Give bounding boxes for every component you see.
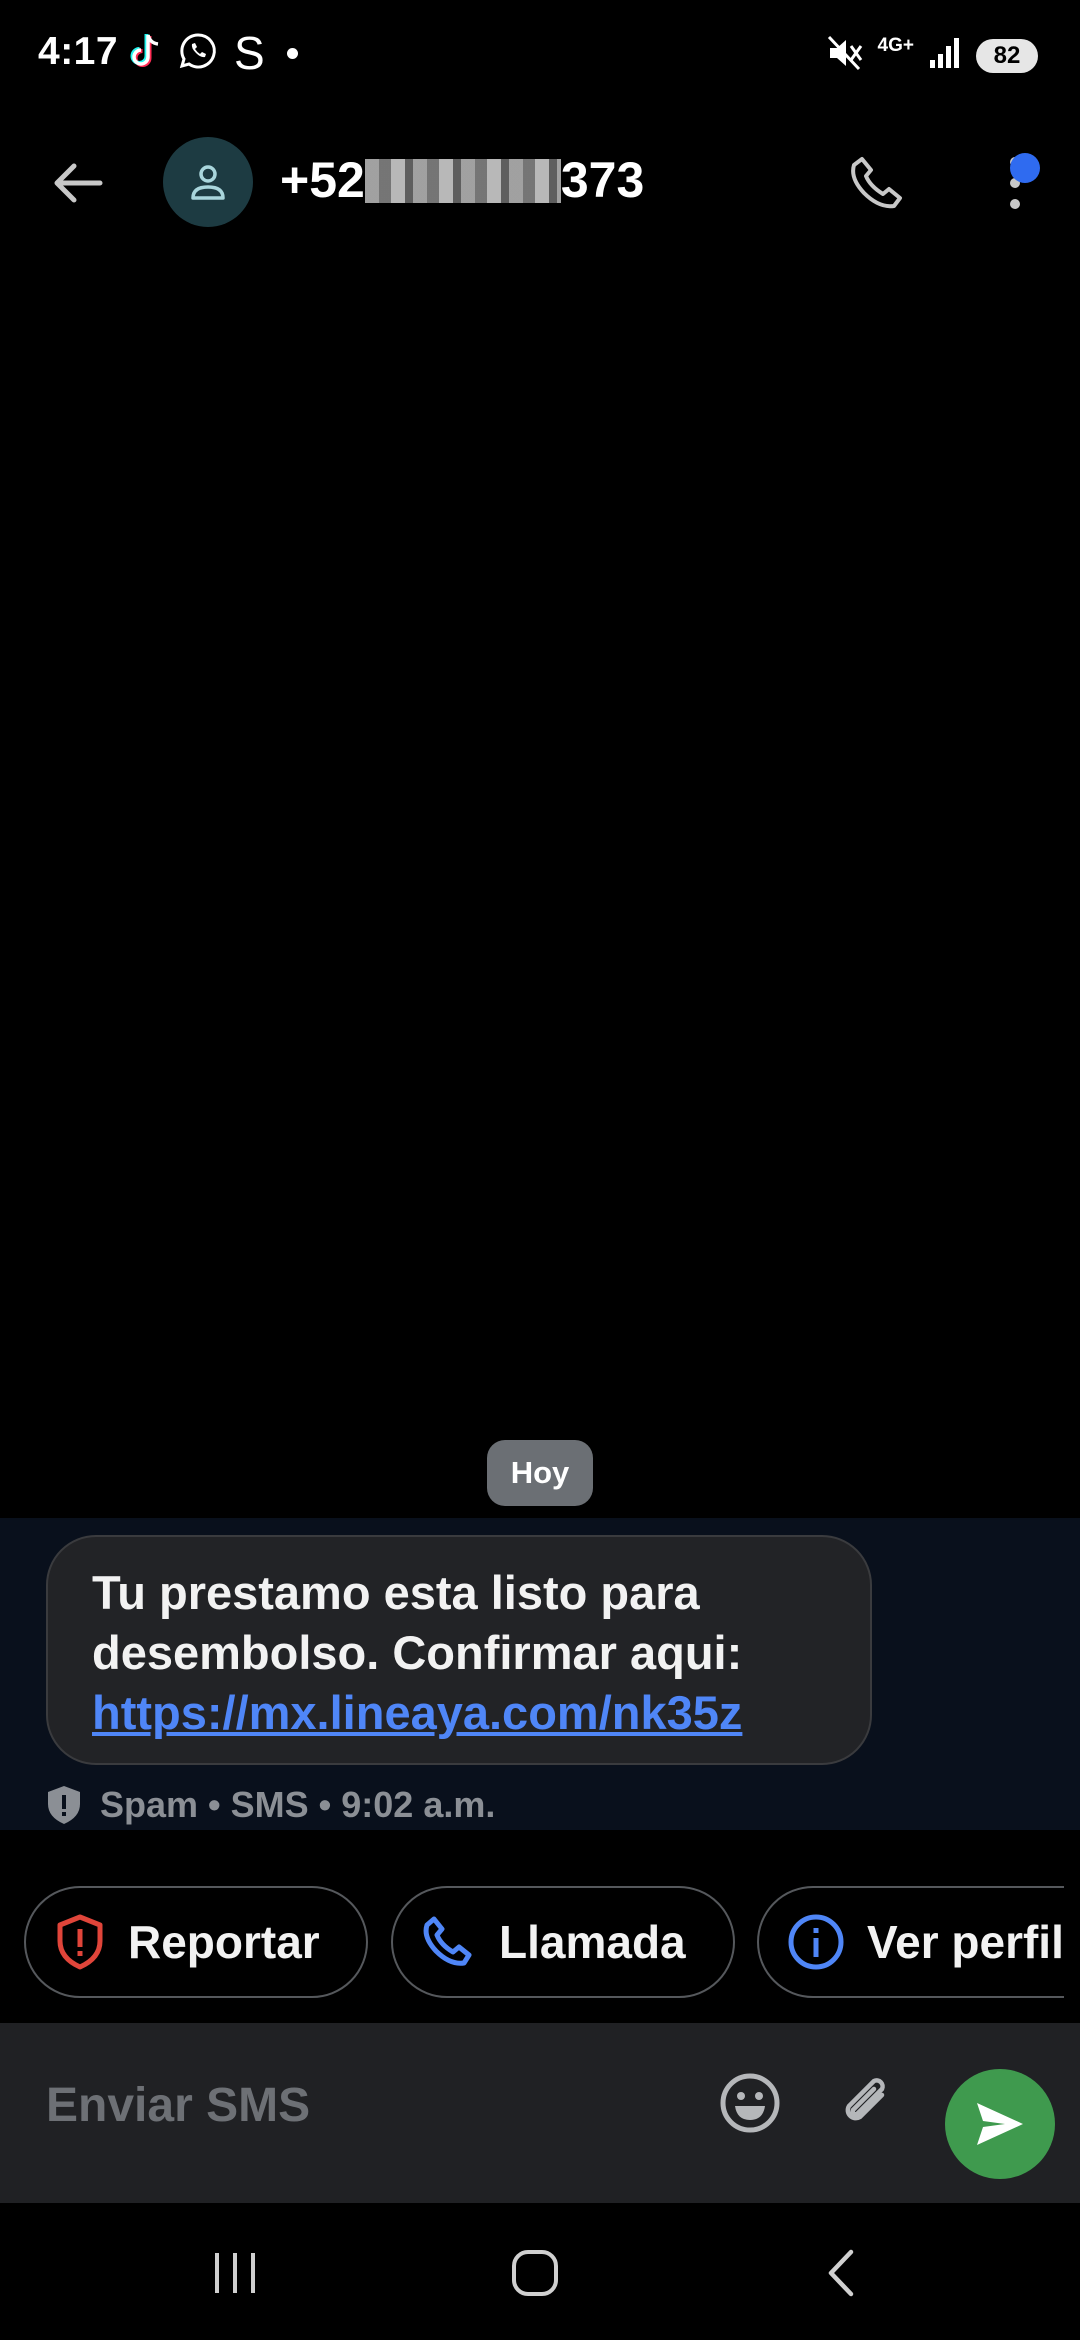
battery-indicator: 82 [976, 38, 1038, 73]
redacted-digits [364, 159, 561, 203]
attach-button[interactable] [830, 2067, 902, 2139]
status-icons-right: 4G+ 82 [826, 34, 1038, 77]
network-label: 4G+ [877, 34, 914, 56]
message-input[interactable]: Enviar SMS [46, 2078, 310, 2133]
more-notifications-dot-icon [286, 47, 298, 59]
network-type-label: 4G+ [878, 36, 914, 66]
signal-icon [928, 36, 962, 75]
more-options-button[interactable] [990, 145, 1040, 221]
home-button[interactable] [510, 2248, 560, 2298]
message-meta-text: Spam • SMS • 9:02 a.m. [100, 1784, 496, 1825]
spam-shield-icon [48, 1786, 80, 1824]
message-bubble[interactable]: Tu prestamo esta listo para desembolso. … [46, 1535, 872, 1765]
status-icons-left: S [128, 30, 298, 76]
tiktok-icon [128, 31, 164, 76]
phone-icon [423, 1916, 472, 1966]
composer-bar: Enviar SMS [0, 2023, 1080, 2203]
system-navigation-bar [0, 2203, 1080, 2340]
view-profile-chip[interactable]: Ver perfil [757, 1886, 1064, 1998]
contact-number-prefix: +52 [280, 152, 365, 208]
chevron-left-icon [828, 2249, 854, 2297]
date-divider: Hoy [487, 1440, 593, 1506]
recent-apps-button[interactable] [210, 2248, 260, 2298]
shield-alert-icon [57, 1914, 103, 1970]
home-icon [512, 2250, 558, 2296]
status-time: 4:17 [38, 30, 119, 73]
arrow-left-icon [54, 163, 103, 203]
report-chip-label: Reportar [128, 1916, 320, 1968]
notification-badge [1010, 153, 1040, 183]
contact-number[interactable]: +52 373 [280, 151, 644, 209]
suggestion-chips: Reportar Llamada Ver perfil [24, 1886, 1064, 2000]
message-meta: Spam • SMS • 9:02 a.m. [44, 1783, 495, 1827]
phone-icon [851, 157, 902, 209]
s-app-icon: S [234, 27, 265, 79]
emoji-button[interactable] [714, 2067, 786, 2139]
emoji-icon [720, 2073, 780, 2133]
call-button[interactable] [840, 145, 916, 221]
system-back-button[interactable] [815, 2248, 865, 2298]
paperclip-icon [845, 2078, 885, 2121]
back-button[interactable] [40, 145, 116, 221]
whatsapp-icon [178, 31, 218, 76]
status-bar: 4:17 S 4G+ 82 [0, 0, 1080, 115]
view-profile-chip-label: Ver perfil [867, 1916, 1064, 1968]
messages-screen: 4:17 S 4G+ 82 +52 373 Hoy Tu prestamo es… [0, 0, 1080, 2340]
send-button[interactable] [945, 2069, 1055, 2179]
call-chip[interactable]: Llamada [391, 1886, 735, 1998]
recent-apps-icon [215, 2253, 255, 2293]
conversation-header: +52 373 [0, 115, 1080, 250]
message-link[interactable]: https://mx.lineaya.com/nk35z [92, 1686, 742, 1739]
message-text: Tu prestamo esta listo para desembolso. … [92, 1566, 743, 1679]
report-chip[interactable]: Reportar [24, 1886, 368, 1998]
person-icon [191, 165, 225, 200]
contact-number-suffix: 373 [560, 152, 645, 208]
send-icon [977, 2103, 1023, 2145]
call-chip-label: Llamada [499, 1916, 686, 1968]
contact-avatar[interactable] [163, 137, 253, 227]
info-icon [788, 1914, 844, 1970]
mute-icon [826, 34, 864, 77]
